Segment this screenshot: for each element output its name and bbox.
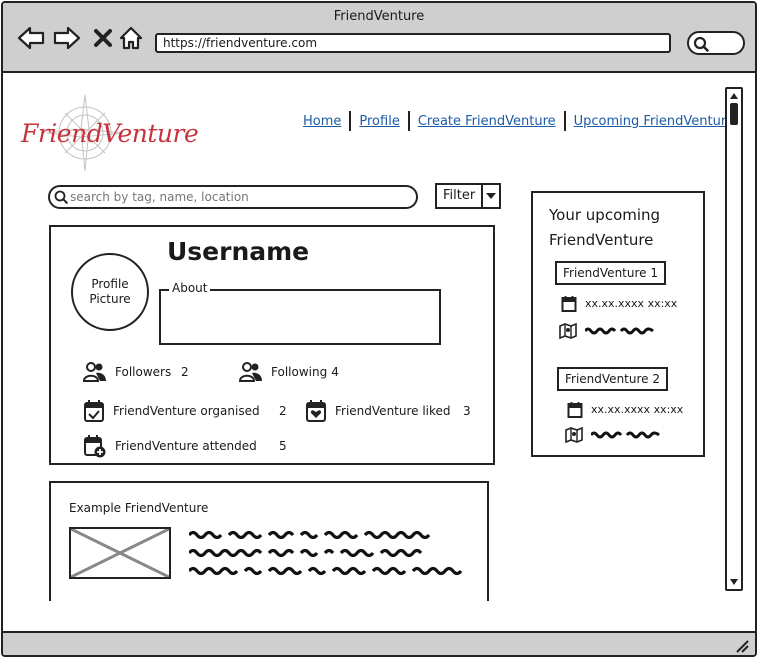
forward-arrow-icon[interactable]: [53, 25, 81, 51]
browser-window: FriendVenture https://friendventure.com: [1, 1, 757, 657]
liked-label: FriendVenture liked: [335, 404, 451, 418]
upcoming-title-line: FriendVenture: [549, 231, 654, 249]
search-placeholder: search by tag, name, location: [70, 190, 249, 204]
status-bar: [3, 631, 755, 655]
calendar-icon: [567, 402, 583, 418]
filter-label: Filter: [437, 185, 484, 207]
avatar-label: Picture: [89, 292, 131, 306]
window-title: FriendVenture: [333, 9, 425, 24]
nav-link-create-friendventure[interactable]: Create FriendVenture: [410, 114, 564, 129]
datetime-text: xx.xx.xxxx xx:xx: [585, 297, 678, 310]
scroll-up-icon[interactable]: [728, 90, 740, 102]
back-arrow-icon[interactable]: [17, 25, 45, 51]
url-bar[interactable]: https://friendventure.com: [155, 33, 671, 53]
upcoming-item-1[interactable]: FriendVenture 1: [555, 261, 666, 285]
upcoming-title-line: Your upcoming: [549, 206, 661, 224]
nav-link-home[interactable]: Home: [295, 114, 349, 129]
attended-stat[interactable]: FriendVenture attended 5: [83, 434, 287, 458]
profile-card: Profile Picture Username About Followers…: [49, 225, 495, 465]
upcoming-item-2-location: [565, 427, 669, 443]
image-placeholder: [69, 527, 171, 579]
attended-label: FriendVenture attended: [115, 439, 257, 453]
following-count: 4: [331, 365, 339, 379]
logo[interactable]: FriendVenture: [19, 89, 199, 175]
upcoming-panel: Your upcoming FriendVenture FriendVentur…: [531, 191, 705, 457]
followers-label: Followers: [115, 365, 172, 379]
about-label: About: [169, 281, 211, 295]
scrollbar-thumb[interactable]: [730, 103, 738, 125]
example-friendventure-card[interactable]: Example FriendVenture: [49, 481, 489, 601]
nav-link-upcoming-friendventures[interactable]: Upcoming FriendVentures: [566, 114, 749, 129]
avatar[interactable]: Profile Picture: [71, 253, 149, 331]
browser-search-button[interactable]: [687, 31, 745, 55]
about-field[interactable]: About: [159, 281, 441, 345]
filter-dropdown[interactable]: Filter: [435, 183, 502, 209]
example-title: Example FriendVenture: [69, 501, 209, 515]
top-navigation: Home Profile Create FriendVenture Upcomi…: [295, 111, 749, 131]
upcoming-item-2-date: xx.xx.xxxx xx:xx: [567, 401, 683, 418]
upcoming-item-2[interactable]: FriendVenture 2: [557, 367, 668, 391]
liked-count: 3: [463, 404, 471, 418]
search-icon: [693, 36, 709, 52]
browser-toolbar: FriendVenture https://friendventure.com: [3, 3, 755, 73]
vertical-scrollbar[interactable]: [725, 87, 743, 591]
resize-grip-icon[interactable]: [735, 639, 749, 653]
home-icon[interactable]: [117, 25, 145, 51]
close-x-icon[interactable]: [89, 25, 117, 51]
calendar-heart-icon: [306, 400, 326, 422]
upcoming-title: Your upcoming FriendVenture: [549, 203, 660, 253]
users-icon: [239, 362, 262, 382]
followers-count: 2: [181, 365, 189, 379]
followers-stat[interactable]: Followers 2: [83, 361, 189, 383]
organised-label: FriendVenture organised: [113, 404, 260, 418]
organised-stat[interactable]: FriendVenture organised 2: [83, 399, 287, 423]
logo-text: FriendVenture: [21, 119, 199, 148]
map-icon: [565, 427, 583, 443]
upcoming-item-1-location: [559, 323, 663, 339]
upcoming-item-1-date: xx.xx.xxxx xx:xx: [561, 295, 677, 312]
calendar-icon: [561, 296, 577, 312]
following-label: Following: [271, 365, 328, 379]
avatar-label: Profile: [91, 277, 129, 291]
following-stat[interactable]: Following 4: [239, 361, 339, 383]
search-icon: [54, 190, 68, 204]
map-icon: [559, 323, 577, 339]
organised-count: 2: [279, 404, 287, 418]
scroll-down-icon[interactable]: [728, 576, 740, 588]
nav-link-profile[interactable]: Profile: [351, 114, 407, 129]
username: Username: [167, 237, 310, 266]
page-content: FriendVenture Home Profile Create Friend…: [3, 75, 755, 631]
search-input[interactable]: search by tag, name, location: [48, 185, 418, 209]
calendar-add-icon: [84, 435, 106, 458]
attended-count: 5: [279, 439, 287, 453]
calendar-check-icon: [84, 400, 104, 422]
placeholder-scribble: [585, 327, 654, 335]
liked-stat[interactable]: FriendVenture liked 3: [305, 399, 471, 423]
chevron-down-icon[interactable]: [483, 185, 499, 207]
description-scribble: [187, 529, 469, 589]
users-icon: [83, 362, 106, 382]
placeholder-scribble: [591, 431, 660, 439]
datetime-text: xx.xx.xxxx xx:xx: [591, 403, 684, 416]
